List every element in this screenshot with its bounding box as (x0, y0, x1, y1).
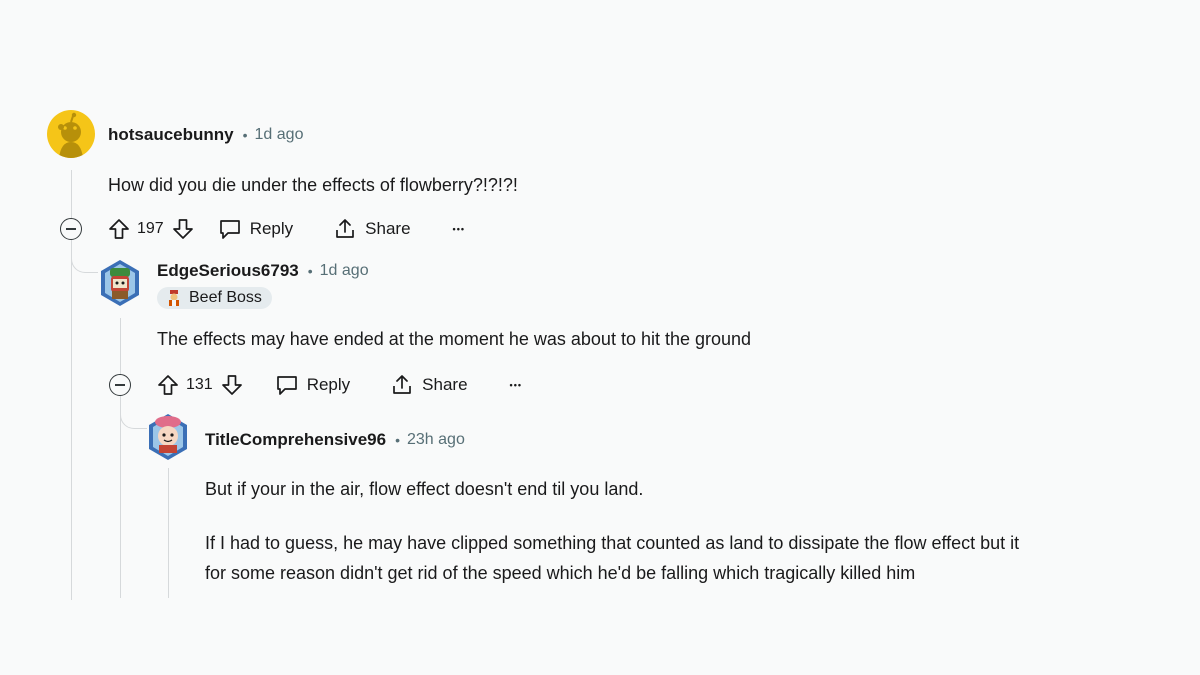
share-button[interactable]: Share (390, 373, 468, 397)
comment-meta: EdgeSerious6793 • 1d ago (157, 261, 369, 281)
comment-actions: 131 Reply Share ••• (157, 372, 522, 398)
thread-curve-2 (120, 400, 147, 429)
downvote-icon (172, 219, 193, 239)
comment-body-paragraph: If I had to guess, he may have clipped s… (205, 533, 1020, 553)
collapse-button[interactable] (60, 218, 82, 240)
thread-line-3[interactable] (168, 468, 169, 598)
more-icon: ••• (509, 380, 522, 390)
more-icon: ••• (452, 224, 465, 234)
share-button[interactable]: Share (333, 217, 411, 241)
reply-button[interactable]: Reply (218, 218, 293, 240)
comment-actions: 197 Reply Share ••• (108, 216, 465, 242)
more-options-button[interactable]: ••• (453, 224, 465, 234)
username[interactable]: hotsaucebunny (108, 125, 234, 145)
share-label: Share (422, 375, 468, 394)
custom-avatar-icon (101, 260, 139, 306)
reply-icon (276, 376, 297, 395)
downvote-button[interactable] (221, 374, 243, 396)
comment-meta: TitleComprehensive96 • 23h ago (205, 430, 465, 450)
comment-body: How did you die under the effects of flo… (108, 175, 518, 195)
collapse-icon (66, 228, 76, 230)
flair-icon (169, 290, 179, 306)
upvote-button[interactable] (157, 374, 179, 396)
share-icon (336, 219, 355, 238)
share-icon (393, 375, 412, 394)
meta-separator: • (395, 432, 400, 448)
collapse-icon (115, 384, 125, 386)
vote-count: 197 (137, 220, 164, 237)
vote-count: 131 (186, 376, 213, 393)
upvote-icon (158, 375, 178, 395)
timestamp[interactable]: 1d ago (255, 126, 304, 144)
meta-separator: • (242, 127, 248, 143)
flair-label: Beef Boss (189, 289, 262, 306)
share-label: Share (365, 219, 411, 238)
reply-label: Reply (249, 219, 294, 238)
thread-curve-1 (71, 248, 98, 273)
comment-body: The effects may have ended at the moment… (157, 329, 752, 349)
comment-body-paragraph: for some reason didn't get rid of the sp… (205, 563, 916, 583)
downvote-button[interactable] (172, 218, 194, 240)
thread-line-2[interactable] (120, 318, 121, 598)
user-flair: Beef Boss (157, 287, 272, 309)
upvote-button[interactable] (108, 218, 130, 240)
username[interactable]: TitleComprehensive96 (205, 430, 386, 450)
reply-icon (219, 220, 240, 239)
avatar[interactable] (146, 410, 190, 462)
comment-meta: hotsaucebunny • 1d ago (108, 125, 303, 145)
avatar[interactable] (98, 258, 142, 308)
collapse-button[interactable] (109, 374, 131, 396)
username[interactable]: EdgeSerious6793 (157, 261, 299, 281)
avatar[interactable] (47, 110, 95, 158)
meta-separator: • (307, 263, 313, 279)
snoo-avatar-icon (58, 112, 83, 158)
custom-avatar-icon (149, 414, 187, 460)
upvote-icon (109, 219, 129, 239)
timestamp[interactable]: 1d ago (320, 262, 369, 280)
comment-body-paragraph: But if your in the air, flow effect does… (205, 479, 644, 499)
reply-button[interactable]: Reply (275, 374, 350, 396)
more-options-button[interactable]: ••• (510, 380, 522, 390)
downvote-icon (221, 375, 242, 395)
timestamp[interactable]: 23h ago (407, 431, 465, 449)
reply-label: Reply (306, 375, 351, 394)
